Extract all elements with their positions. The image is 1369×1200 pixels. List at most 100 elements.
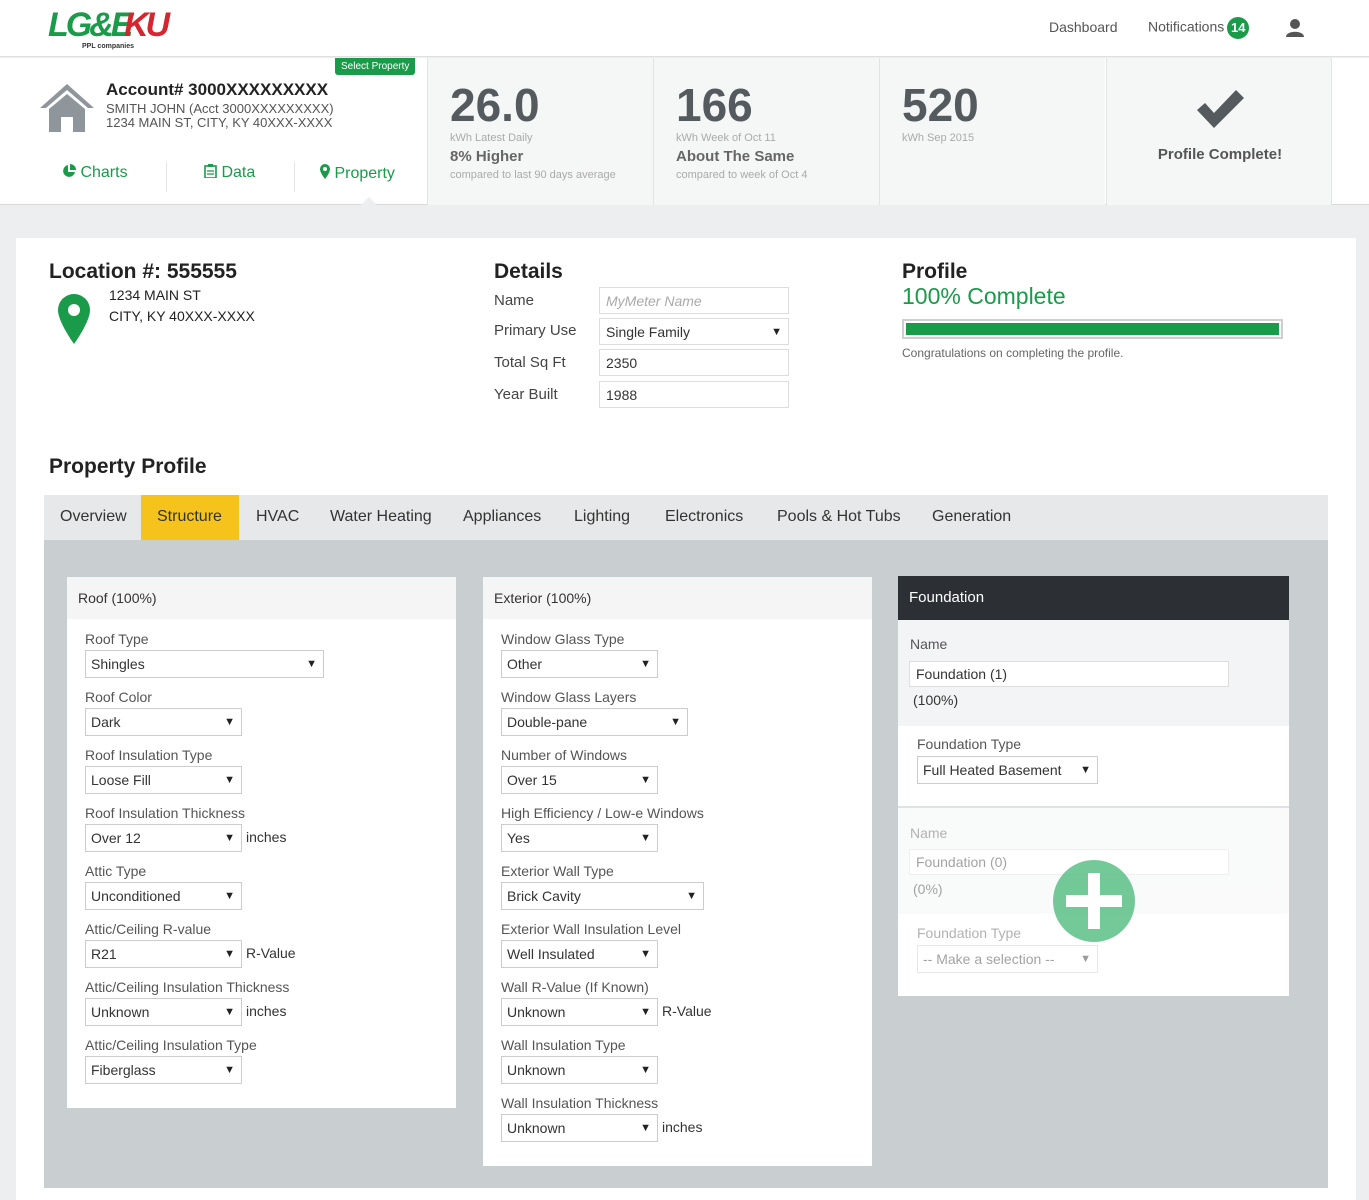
tab-appliances[interactable]: Appliances: [447, 495, 557, 540]
add-foundation-button[interactable]: [1053, 860, 1135, 942]
year-built-input[interactable]: 1988: [599, 381, 789, 408]
roof-card: Roof (100%) Roof Type Shingles ▼ Roof Col…: [67, 577, 456, 1108]
attic-insulation-type-value: Fiberglass: [91, 1062, 156, 1078]
tab-data-label: Data: [221, 164, 256, 181]
tab-electronics[interactable]: Electronics: [649, 495, 759, 540]
foundation-name-input[interactable]: Foundation (1): [909, 661, 1229, 687]
location-address-line1: 1234 MAIN ST: [109, 287, 201, 303]
attic-insulation-thickness-select[interactable]: Unknown ▼: [85, 998, 242, 1026]
stat-change: 8% Higher: [450, 148, 524, 165]
wall-insulation-level-value: Well Insulated: [507, 946, 595, 962]
nav-notifications-label: Notifications: [1148, 18, 1225, 35]
dropdown-arrow-icon: ▼: [224, 832, 235, 844]
roof-color-select[interactable]: Dark ▼: [85, 708, 242, 736]
details-name-input[interactable]: MyMeter Name: [599, 287, 789, 314]
attic-r-value-value: R21: [91, 946, 117, 962]
details-name-label: Name: [494, 292, 535, 309]
tab-overview[interactable]: Overview: [44, 495, 143, 540]
location-pin-icon: [58, 294, 90, 344]
nav-notifications[interactable]: Notifications 14: [1148, 17, 1250, 39]
dropdown-arrow-icon: ▼: [224, 890, 235, 902]
dropdown-arrow-icon: ▼: [640, 658, 651, 670]
exterior-card-title: Exterior (100%): [483, 577, 872, 619]
unit-label: R-Value: [246, 945, 296, 961]
exterior-wall-type-select[interactable]: Brick Cavity ▼: [501, 882, 704, 910]
logo-subtitle: PPL companies: [82, 43, 135, 50]
total-sqft-input[interactable]: 2350: [599, 349, 789, 376]
stat-change: About The Same: [676, 148, 795, 165]
attic-r-value-select[interactable]: R21 ▼: [85, 940, 242, 968]
profile-progress-fill: [906, 323, 1279, 335]
attic-insulation-type-select[interactable]: Fiberglass ▼: [85, 1056, 242, 1084]
foundation-type-value: Full Heated Basement: [923, 762, 1062, 778]
foundation-type-select[interactable]: -- Make a selection -- ▼: [917, 945, 1098, 973]
property-profile-title: Property Profile: [49, 455, 207, 478]
primary-use-select[interactable]: Single Family ▼: [599, 318, 789, 345]
primary-use-value: Single Family: [606, 324, 691, 340]
nav-dashboard[interactable]: Dashboard: [1049, 19, 1118, 35]
dropdown-arrow-icon: ▼: [1080, 953, 1091, 965]
foundation-type-select[interactable]: Full Heated Basement ▼: [917, 756, 1098, 784]
roof-type-select[interactable]: Shingles ▼: [85, 650, 324, 678]
stat-weekly: 166 kWh Week of Oct 11 About The Same co…: [653, 58, 879, 205]
window-glass-layers-label: Window Glass Layers: [501, 689, 637, 705]
window-glass-layers-value: Double-pane: [507, 714, 588, 730]
number-of-windows-select[interactable]: Over 15 ▼: [501, 766, 658, 794]
window-glass-type-select[interactable]: Other ▼: [501, 650, 658, 678]
unit-label: R-Value: [662, 1003, 712, 1019]
tab-water-heating[interactable]: Water Heating: [314, 495, 448, 540]
window-glass-layers-select[interactable]: Double-pane ▼: [501, 708, 688, 736]
tab-divider: [294, 162, 295, 192]
low-e-windows-select[interactable]: Yes ▼: [501, 824, 658, 852]
details-title: Details: [494, 260, 563, 283]
dropdown-arrow-icon: ▼: [640, 832, 651, 844]
exterior-wall-type-label: Exterior Wall Type: [501, 863, 614, 879]
roof-insulation-thickness-select[interactable]: Over 12 ▼: [85, 824, 242, 852]
profile-percent: 100% Complete: [902, 283, 1066, 309]
wall-insulation-type-select[interactable]: Unknown ▼: [501, 1056, 658, 1084]
attic-r-value-label: Attic/Ceiling R-value: [85, 921, 212, 937]
dropdown-arrow-icon: ▼: [640, 1122, 651, 1134]
stat-value: 26.0: [450, 79, 540, 131]
stat-note: compared to last 90 days average: [450, 169, 616, 181]
wall-insulation-level-select[interactable]: Well Insulated ▼: [501, 940, 658, 968]
tab-property-label: Property: [334, 165, 395, 182]
account-number: Account# 3000XXXXXXXXX: [106, 80, 329, 99]
stat-latest-daily: 26.0 kWh Latest Daily 8% Higher compared…: [427, 58, 653, 205]
attic-type-select[interactable]: Unconditioned ▼: [85, 882, 242, 910]
wall-r-value-select[interactable]: Unknown ▼: [501, 998, 658, 1026]
roof-insulation-type-select[interactable]: Loose Fill ▼: [85, 766, 242, 794]
tab-structure[interactable]: Structure: [141, 495, 239, 540]
unit-label: inches: [246, 829, 287, 845]
unit-label: inches: [662, 1119, 703, 1135]
select-property-button[interactable]: Select Property: [335, 58, 416, 75]
stat-value: 166: [676, 79, 753, 131]
wall-insulation-type-label: Wall Insulation Type: [501, 1037, 626, 1053]
foundation-card-title: Foundation: [898, 576, 1289, 620]
wall-insulation-level-label: Exterior Wall Insulation Level: [501, 921, 682, 937]
user-icon[interactable]: [1285, 18, 1305, 38]
wall-insulation-thickness-label: Wall Insulation Thickness: [501, 1095, 659, 1111]
foundation-type-label: Foundation Type: [917, 736, 1022, 752]
dropdown-arrow-icon: ▼: [640, 1064, 651, 1076]
dropdown-arrow-icon: ▼: [224, 1064, 235, 1076]
wall-insulation-thickness-value: Unknown: [507, 1120, 566, 1136]
wall-insulation-thickness-select[interactable]: Unknown ▼: [501, 1114, 658, 1142]
attic-type-label: Attic Type: [85, 863, 147, 879]
tab-lighting[interactable]: Lighting: [558, 495, 646, 540]
dropdown-arrow-icon: ▼: [224, 716, 235, 728]
property-tabs: Overview Structure HVAC Water Heating Ap…: [44, 495, 1328, 540]
tab-pools-hot-tubs[interactable]: Pools & Hot Tubs: [761, 495, 917, 540]
tab-generation[interactable]: Generation: [916, 495, 1027, 540]
dropdown-arrow-icon: ▼: [640, 774, 651, 786]
details-use-label: Primary Use: [494, 322, 577, 339]
tab-charts[interactable]: Charts: [62, 164, 128, 182]
company-logo[interactable]: LG&E KU PPL companies: [48, 6, 178, 52]
tab-data[interactable]: Data: [204, 164, 255, 182]
tab-property[interactable]: Property: [320, 164, 395, 183]
top-bar: LG&E KU PPL companies Dashboard Notifica…: [0, 0, 1369, 57]
tab-hvac[interactable]: HVAC: [240, 495, 315, 540]
roof-insulation-type-label: Roof Insulation Type: [85, 747, 213, 763]
location-title: Location #: 555555: [49, 260, 237, 283]
map-pin-icon: [320, 164, 330, 179]
